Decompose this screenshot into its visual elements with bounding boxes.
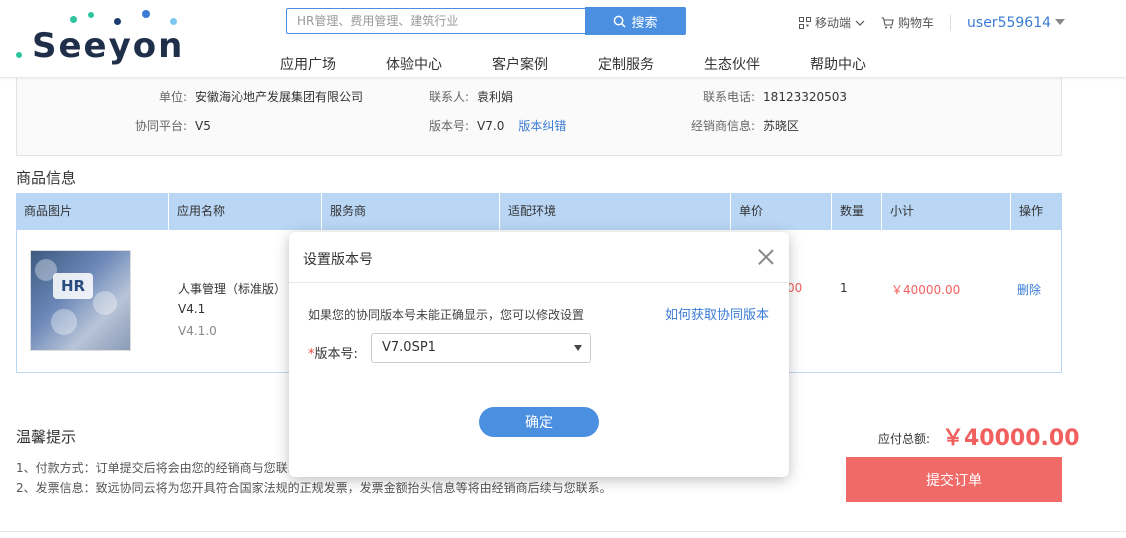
product-version: V4.1 — [178, 302, 206, 316]
th-unit-price: 单价 — [731, 193, 832, 230]
nav-custom-services[interactable]: 定制服务 — [598, 54, 654, 74]
th-quantity: 数量 — [832, 193, 882, 230]
nav-eco-partners[interactable]: 生态伙伴 — [704, 54, 760, 74]
nav-experience-center[interactable]: 体验中心 — [386, 54, 442, 74]
username: user559614 — [967, 14, 1052, 31]
version-fix-link[interactable]: 版本纠错 — [518, 117, 566, 134]
th-app-name: 应用名称 — [169, 193, 322, 230]
contact-value: 袁利娟 — [477, 90, 514, 104]
logo-dot — [70, 16, 77, 23]
search-button[interactable]: 搜索 — [585, 7, 686, 35]
dealer-row: 经销商信息: 苏晓区 — [691, 117, 799, 134]
decor-circle — [51, 309, 77, 335]
search-button-label: 搜索 — [631, 15, 658, 31]
cart-label: 购物车 — [898, 16, 935, 30]
mobile-label: 移动端 — [815, 16, 852, 30]
how-to-get-version-link[interactable]: 如何获取协同版本 — [665, 304, 769, 323]
th-subtotal: 小计 — [882, 193, 1011, 230]
chevron-down-icon — [855, 20, 865, 26]
dealer-value: 苏晓区 — [763, 119, 800, 133]
table-header: 商品图片 应用名称 服务商 适配环境 单价 数量 小计 操作 — [16, 193, 1062, 230]
unit-label: 单位: — [158, 90, 187, 104]
unit-price: 00 — [787, 281, 803, 295]
logo-dot — [88, 12, 94, 18]
logo[interactable]: Seeyon — [14, 8, 189, 66]
version-row: 版本号: V7.0 版本纠错 — [429, 117, 566, 134]
version-label: 版本号: — [429, 119, 470, 133]
version-select[interactable]: V7.0SP1 — [371, 333, 591, 363]
confirm-button[interactable]: 确定 — [479, 407, 599, 437]
subtotal: ￥40000.00 — [891, 283, 961, 297]
logo-text: Seeyon — [32, 26, 185, 66]
quantity: 1 — [840, 281, 848, 295]
tip-invoice: 2、发票信息：致远协同云将为您开具符合国家法规的正规发票，发票金额抬头信息等将由… — [16, 481, 612, 495]
dialog-title: 设置版本号 — [303, 252, 373, 268]
product-image-badge: HR — [53, 273, 93, 299]
dropdown-arrow-icon — [574, 345, 582, 351]
set-version-dialog: 设置版本号 如果您的协同版本号未能正确显示，您可以修改设置 如何获取协同版本 *… — [289, 232, 789, 477]
qrcode-icon — [799, 16, 811, 29]
th-environment: 适配环境 — [500, 193, 731, 230]
decor-circle — [93, 291, 117, 315]
phone-value: 18123320503 — [763, 89, 848, 104]
divider — [950, 14, 952, 31]
search-icon — [614, 15, 627, 28]
product-image[interactable]: HR — [30, 250, 131, 351]
nav-customer-cases[interactable]: 客户案例 — [492, 54, 548, 74]
platform-value: V5 — [195, 118, 211, 133]
logo-dot — [142, 10, 150, 18]
unit-row: 单位: 安徽海沁地产发展集团有限公司 — [117, 88, 363, 105]
th-action: 操作 — [1019, 204, 1044, 218]
logo-dot — [170, 18, 177, 25]
logo-dot — [16, 52, 22, 58]
main-nav: 应用广场 体验中心 客户案例 定制服务 生态伙伴 帮助中心 — [280, 54, 916, 74]
top-links: 移动端 购物车 user559614 — [799, 14, 1066, 31]
product-version-detail: V4.1.0 — [178, 324, 217, 338]
divider — [0, 531, 1126, 532]
search-input[interactable]: HR管理、费用管理、建筑行业 — [286, 8, 586, 34]
th-provider: 服务商 — [322, 193, 500, 230]
cart-icon — [881, 16, 894, 28]
cart-link[interactable]: 购物车 — [881, 14, 934, 31]
total-label: 应付总额: — [878, 432, 931, 446]
total-value: ￥40000.00 — [942, 426, 1080, 451]
order-info-panel: 单位: 安徽海沁地产发展集团有限公司 联系人: 袁利娟 联系电话: 181233… — [16, 78, 1062, 156]
dialog-header: 设置版本号 — [289, 232, 789, 283]
version-value: V7.0 — [477, 118, 505, 133]
version-select-value: V7.0SP1 — [382, 340, 436, 355]
platform-label: 协同平台: — [134, 119, 187, 133]
caret-down-icon — [1055, 19, 1066, 25]
nav-help-center[interactable]: 帮助中心 — [810, 54, 866, 74]
submit-order-button[interactable]: 提交订单 — [846, 457, 1062, 502]
th-image: 商品图片 — [16, 193, 169, 230]
tip-payment: 1、付款方式：订单提交后将会由您的经销商与您联系 — [16, 461, 300, 475]
site-header: Seeyon HR管理、费用管理、建筑行业 搜索 应用广场 体验中心 客户案例 … — [0, 0, 1126, 78]
nav-app-plaza[interactable]: 应用广场 — [280, 54, 336, 74]
contact-row: 联系人: 袁利娟 — [429, 88, 513, 105]
dealer-label: 经销商信息: — [691, 119, 756, 133]
close-icon[interactable] — [755, 246, 777, 268]
dialog-description: 如果您的协同版本号未能正确显示，您可以修改设置 — [308, 308, 585, 322]
version-field-label-text: 版本号: — [314, 347, 358, 362]
product-name[interactable]: 人事管理（标准版） — [178, 280, 286, 297]
platform-row: 协同平台: V5 — [117, 117, 211, 134]
products-section-title: 商品信息 — [16, 169, 77, 187]
phone-label: 联系电话: — [703, 90, 756, 104]
version-field-label: *版本号: — [308, 343, 358, 362]
delete-link[interactable]: 删除 — [1017, 281, 1041, 298]
tips-title: 温馨提示 — [16, 428, 77, 446]
logo-dot — [114, 18, 121, 25]
phone-row: 联系电话: 18123320503 — [703, 88, 847, 105]
mobile-link[interactable]: 移动端 — [799, 14, 865, 31]
user-menu[interactable]: user559614 — [967, 14, 1066, 31]
unit-value: 安徽海沁地产发展集团有限公司 — [195, 90, 364, 104]
contact-label: 联系人: — [429, 90, 470, 104]
